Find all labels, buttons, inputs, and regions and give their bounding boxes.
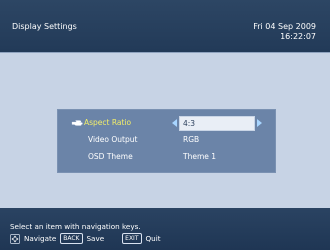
key-legend: Navigate BACK Save EXIT Quit: [10, 233, 161, 244]
back-key: BACK: [60, 233, 83, 244]
settings-panel: Aspect Ratio 4:3 Video Output RGB OSD Th…: [57, 109, 276, 173]
setting-value-box[interactable]: 4:3: [179, 116, 255, 131]
header-time: 16:22:07: [280, 32, 316, 41]
exit-key: EXIT: [122, 233, 142, 244]
navigation-keys-icon: [10, 233, 20, 244]
setting-row-video-output[interactable]: Video Output RGB: [57, 132, 276, 148]
content-area: Aspect Ratio 4:3 Video Output RGB OSD Th…: [0, 53, 330, 208]
setting-row-aspect-ratio[interactable]: Aspect Ratio 4:3: [57, 115, 276, 131]
page-title: Display Settings: [12, 22, 77, 31]
arrow-right-icon[interactable]: [257, 119, 262, 127]
header-date: Fri 04 Sep 2009: [253, 22, 316, 31]
setting-value: RGB: [183, 135, 200, 144]
arrow-left-icon[interactable]: [172, 119, 177, 127]
setting-label: OSD Theme: [88, 152, 133, 161]
display-settings-screen: Display Settings Fri 04 Sep 2009 16:22:0…: [0, 0, 330, 250]
setting-label: Video Output: [88, 135, 138, 144]
setting-value: 4:3: [183, 119, 196, 128]
header-bar: Display Settings Fri 04 Sep 2009 16:22:0…: [0, 0, 330, 52]
setting-row-osd-theme[interactable]: OSD Theme Theme 1: [57, 149, 276, 165]
quit-label: Quit: [145, 234, 161, 243]
setting-label: Aspect Ratio: [84, 118, 132, 127]
hand-pointer-icon: [71, 120, 83, 126]
save-label: Save: [86, 234, 105, 243]
navigate-label: Navigate: [24, 234, 57, 243]
help-text: Select an item with navigation keys.: [10, 222, 141, 231]
footer-bar: Select an item with navigation keys. Nav…: [0, 208, 330, 250]
setting-value: Theme 1: [183, 152, 217, 161]
